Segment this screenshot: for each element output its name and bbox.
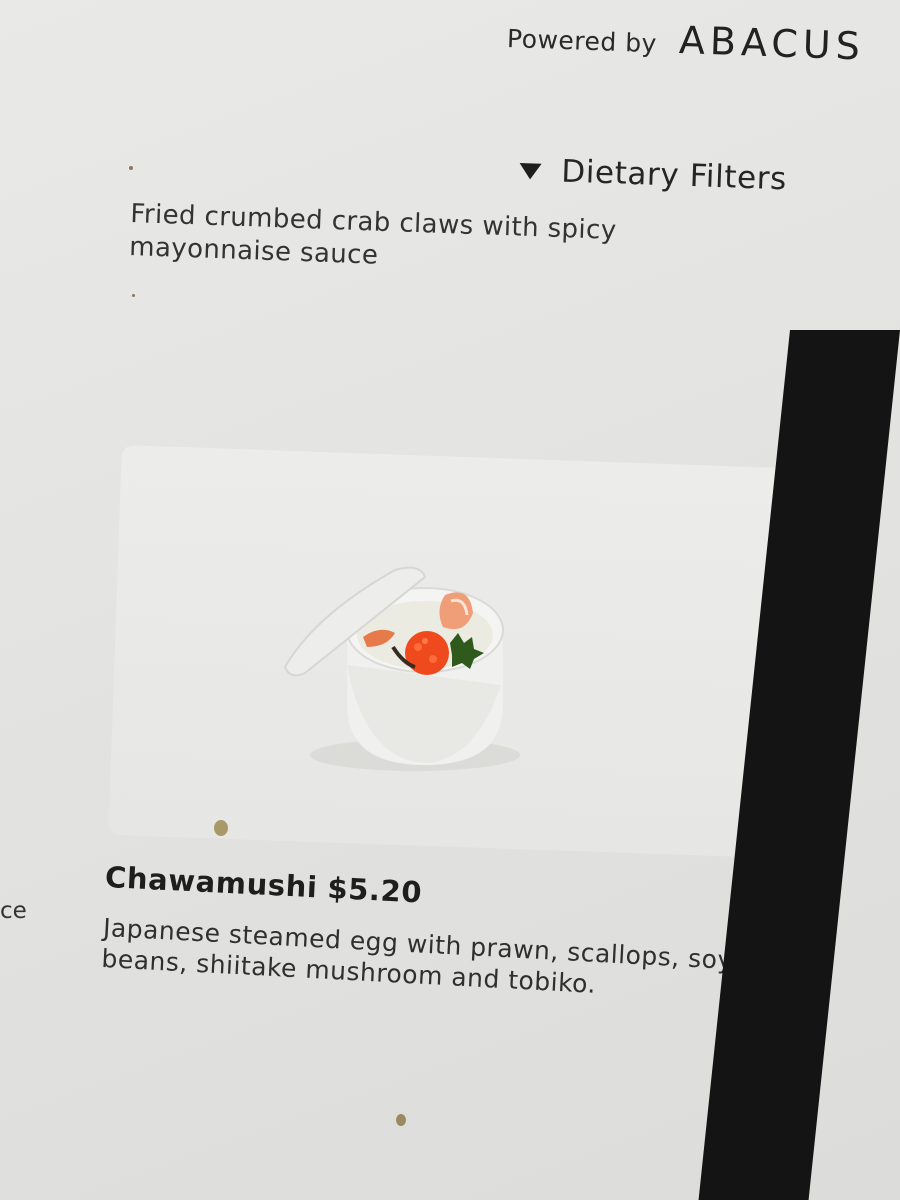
powered-by-text: Powered by <box>506 23 658 59</box>
screen-speck <box>129 166 133 170</box>
menu-screen: Powered by ABACUS Dietary Filters Fried … <box>0 0 900 1200</box>
adjacent-item-text-fragment: ce <box>0 898 27 924</box>
menu-item-name: Chawamushi <box>104 860 319 905</box>
menu-item-description: Fried crumbed crab claws with spicy mayo… <box>128 198 618 271</box>
chawanmushi-cup-image[interactable] <box>275 555 555 775</box>
abacus-logo[interactable]: ABACUS <box>678 18 865 68</box>
screen-speck <box>132 294 135 297</box>
screen-speck <box>214 820 228 836</box>
dietary-filters-label: Dietary Filters <box>560 153 788 198</box>
menu-item-price: $5.20 <box>326 870 423 910</box>
powered-by-banner: Powered by ABACUS <box>506 12 866 68</box>
screen-speck <box>396 1114 406 1126</box>
dietary-filters-toggle[interactable]: Dietary Filters <box>519 152 788 198</box>
menu-item-description: Japanese steamed egg with prawn, scallop… <box>100 912 734 999</box>
menu-item-title[interactable]: Chawamushi $5.20 <box>104 860 423 909</box>
triangle-down-icon <box>519 162 542 180</box>
